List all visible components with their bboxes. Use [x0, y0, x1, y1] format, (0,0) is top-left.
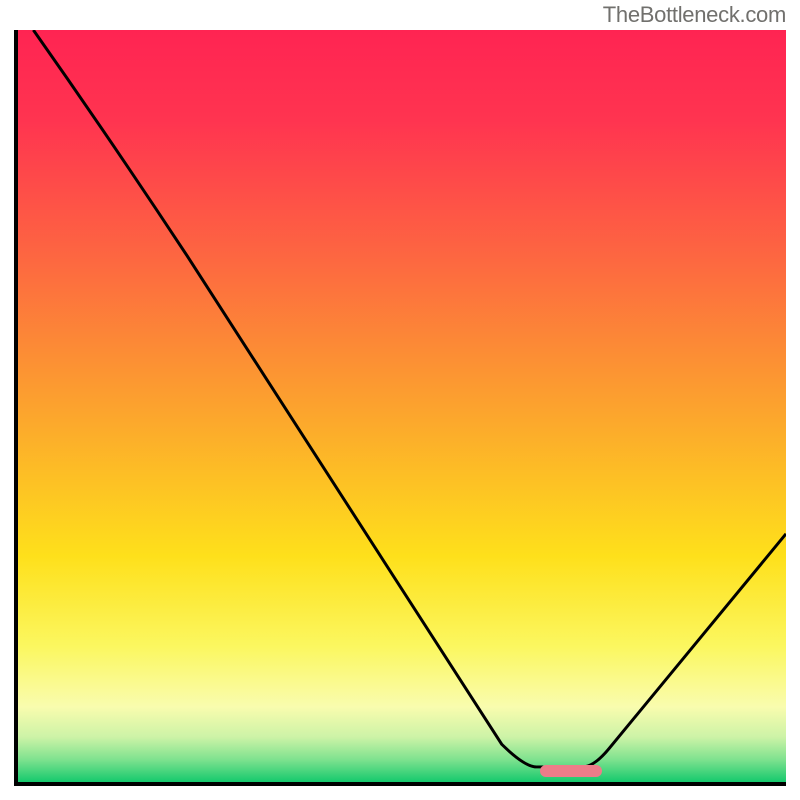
optimal-range-marker: [540, 765, 601, 777]
plot-area: [14, 30, 786, 786]
background-gradient: [18, 30, 786, 782]
attribution-text: TheBottleneck.com: [599, 0, 790, 28]
